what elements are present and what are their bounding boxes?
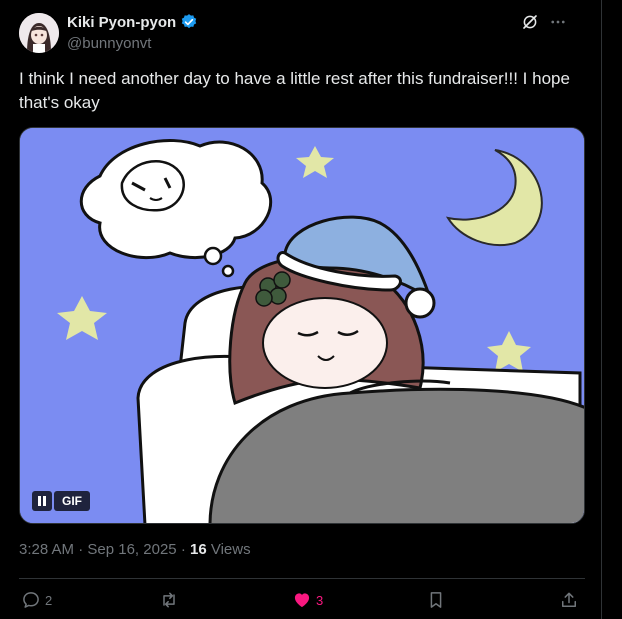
tweet-date[interactable]: Sep 16, 2025 <box>87 541 176 558</box>
bookmark-icon <box>430 592 442 608</box>
bookmark-button[interactable] <box>426 590 446 610</box>
reply-count: 2 <box>45 592 53 608</box>
heart-icon <box>294 593 310 608</box>
tweet-meta: 3:28 AM · Sep 16, 2025 · 16 Views <box>19 541 251 558</box>
reply-icon <box>23 592 39 608</box>
meta-separator: · <box>180 541 186 558</box>
like-button[interactable]: 3 <box>292 590 323 610</box>
share-icon <box>562 592 576 607</box>
tweet-media-gif[interactable]: GIF <box>19 127 585 524</box>
more-options-icon[interactable] <box>548 12 568 32</box>
grok-icon[interactable] <box>520 12 540 32</box>
meta-separator: · <box>78 541 84 558</box>
repost-button[interactable] <box>159 590 183 610</box>
like-count: 3 <box>316 592 324 608</box>
divider <box>19 578 585 579</box>
author-handle[interactable]: @bunnyonvt <box>67 35 151 52</box>
views-count: 16 <box>189 541 207 558</box>
tweet-time[interactable]: 3:28 AM <box>19 541 74 558</box>
tweet-header-actions <box>520 12 568 32</box>
tweet: Kiki Pyon-pyon @bunnyonvt I think I need… <box>0 0 601 619</box>
gif-controls: GIF <box>32 491 90 511</box>
tweet-actions: 2 3 <box>19 590 585 614</box>
sleeping-girl-illustration <box>20 128 584 523</box>
author-display-name[interactable]: Kiki Pyon-pyon <box>67 14 176 31</box>
repost-icon <box>163 592 175 608</box>
author-name-row: Kiki Pyon-pyon <box>67 13 198 31</box>
gif-badge: GIF <box>54 491 90 511</box>
pause-icon[interactable] <box>32 491 52 511</box>
reply-button[interactable]: 2 <box>21 590 52 610</box>
views-label: Views <box>210 541 251 558</box>
column-border <box>601 0 602 619</box>
verified-badge-icon <box>180 13 198 31</box>
share-button[interactable] <box>559 590 579 610</box>
avatar[interactable] <box>19 13 59 53</box>
tweet-text: I think I need another day to have a lit… <box>19 69 570 112</box>
